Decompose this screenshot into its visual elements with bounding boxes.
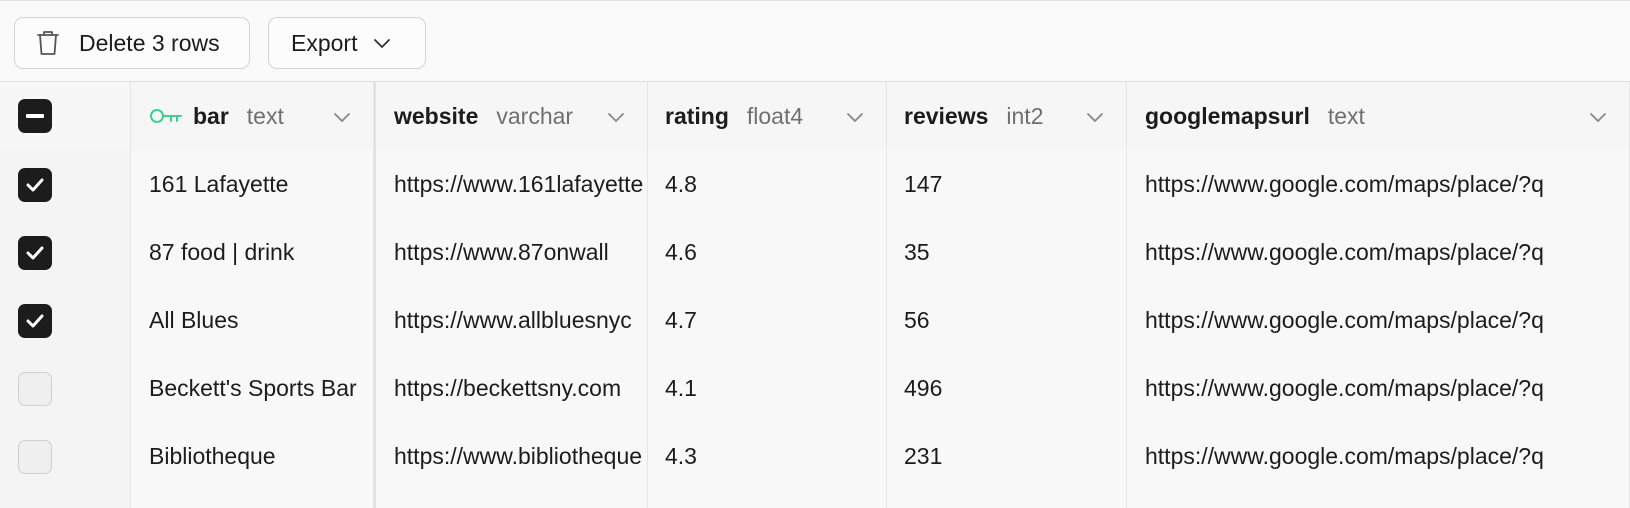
- chevron-down-icon[interactable]: [1589, 111, 1607, 123]
- cell-reviews[interactable]: 231: [887, 422, 1127, 491]
- cell-rating[interactable]: [648, 490, 887, 508]
- cell-reviews[interactable]: 56: [887, 286, 1127, 355]
- cell-googlemapsurl[interactable]: https://www.google.com/maps/place/?q: [1127, 218, 1630, 287]
- export-label: Export: [291, 29, 358, 56]
- column-header-reviews[interactable]: reviews int2: [887, 82, 1127, 150]
- chevron-down-icon[interactable]: [333, 111, 351, 123]
- row-select-cell: [0, 422, 131, 491]
- chevron-down-icon[interactable]: [846, 111, 864, 123]
- cell-rating[interactable]: 4.8: [648, 150, 887, 219]
- cell-website[interactable]: https://www.allbluesnyc: [374, 286, 648, 355]
- select-all-checkbox[interactable]: [18, 99, 52, 133]
- cell-bar[interactable]: Bibliotheque: [131, 422, 374, 491]
- row-checkbox[interactable]: [18, 235, 52, 270]
- row-checkbox[interactable]: [18, 167, 52, 202]
- table-row[interactable]: All Blues https://www.allbluesnyc 4.7 56…: [0, 286, 1630, 356]
- table-row[interactable]: Beckett's Sports Bar https://beckettsny.…: [0, 354, 1630, 424]
- row-select-cell: [0, 286, 131, 355]
- table-row[interactable]: 161 Lafayette https://www.161lafayette 4…: [0, 150, 1630, 220]
- row-checkbox[interactable]: [18, 439, 52, 474]
- cell-googlemapsurl[interactable]: https://www.google.com/maps/place/?q: [1127, 422, 1630, 491]
- cell-bar[interactable]: 161 Lafayette: [131, 150, 374, 219]
- cell-reviews[interactable]: [887, 490, 1127, 508]
- table-row[interactable]: Bibliotheque https://www.bibliotheque 4.…: [0, 422, 1630, 492]
- cell-website[interactable]: [374, 490, 648, 508]
- cell-googlemapsurl[interactable]: https://www.google.com/maps/place/?q: [1127, 150, 1630, 219]
- cell-googlemapsurl[interactable]: https://www.google.com/maps/place/?q: [1127, 354, 1630, 423]
- cell-website[interactable]: https://www.87onwall: [374, 218, 648, 287]
- column-header-website[interactable]: website varchar: [374, 82, 648, 150]
- checkmark-icon: [26, 178, 44, 191]
- column-name: googlemapsurl: [1145, 102, 1310, 129]
- column-type: text: [1327, 102, 1365, 129]
- chevron-down-icon[interactable]: [1086, 111, 1104, 123]
- column-header-googlemapsurl[interactable]: googlemapsurl text: [1127, 82, 1630, 150]
- cell-bar[interactable]: [131, 490, 374, 508]
- checkmark-icon: [26, 246, 44, 259]
- row-checkbox[interactable]: [18, 303, 52, 338]
- checkmark-icon: [26, 314, 44, 327]
- cell-rating[interactable]: 4.3: [648, 422, 887, 491]
- delete-rows-button[interactable]: Delete 3 rows: [14, 17, 250, 69]
- cell-googlemapsurl[interactable]: https://www.google.com/maps/place/?q: [1127, 286, 1630, 355]
- column-type: varchar: [496, 102, 574, 129]
- column-name: website: [394, 102, 479, 129]
- grid-header: bar text website varchar rating float4 r…: [0, 82, 1630, 152]
- table-row[interactable]: 87 food | drink https://www.87onwall 4.6…: [0, 218, 1630, 288]
- cell-rating[interactable]: 4.7: [648, 286, 887, 355]
- select-all-cell: [0, 82, 131, 150]
- cell-reviews[interactable]: 496: [887, 354, 1127, 423]
- row-select-cell: [0, 354, 131, 423]
- cell-website[interactable]: https://www.161lafayette: [374, 150, 648, 219]
- cell-website[interactable]: https://beckettsny.com: [374, 354, 648, 423]
- column-name: reviews: [904, 102, 989, 129]
- column-header-rating[interactable]: rating float4: [648, 82, 887, 150]
- cell-reviews[interactable]: 35: [887, 218, 1127, 287]
- cell-bar[interactable]: Beckett's Sports Bar: [131, 354, 374, 423]
- column-type: float4: [746, 102, 804, 129]
- table-editor: Delete 3 rows Export bar text website va…: [0, 0, 1630, 508]
- row-select-cell: [0, 218, 131, 287]
- row-checkbox[interactable]: [18, 371, 52, 406]
- trash-icon: [37, 31, 59, 55]
- column-name: rating: [665, 102, 729, 129]
- cell-rating[interactable]: 4.1: [648, 354, 887, 423]
- chevron-down-icon: [374, 39, 391, 48]
- chevron-down-icon[interactable]: [607, 111, 625, 123]
- table-row[interactable]: [0, 490, 1630, 508]
- minus-checkbox-icon: [26, 114, 44, 118]
- toolbar: Delete 3 rows Export: [0, 0, 1630, 82]
- column-name: bar: [193, 102, 229, 129]
- column-type: text: [246, 102, 284, 129]
- cell-rating[interactable]: 4.6: [648, 218, 887, 287]
- export-button[interactable]: Export: [268, 17, 426, 69]
- cell-website[interactable]: https://www.bibliotheque: [374, 422, 648, 491]
- key-icon: [150, 109, 182, 123]
- column-header-bar[interactable]: bar text: [131, 82, 374, 150]
- column-type: int2: [1006, 102, 1044, 129]
- row-select-cell: [0, 150, 131, 219]
- delete-rows-label: Delete 3 rows: [79, 29, 220, 56]
- cell-bar[interactable]: 87 food | drink: [131, 218, 374, 287]
- row-select-cell: [0, 490, 131, 508]
- cell-reviews[interactable]: 147: [887, 150, 1127, 219]
- cell-googlemapsurl[interactable]: [1127, 490, 1630, 508]
- cell-bar[interactable]: All Blues: [131, 286, 374, 355]
